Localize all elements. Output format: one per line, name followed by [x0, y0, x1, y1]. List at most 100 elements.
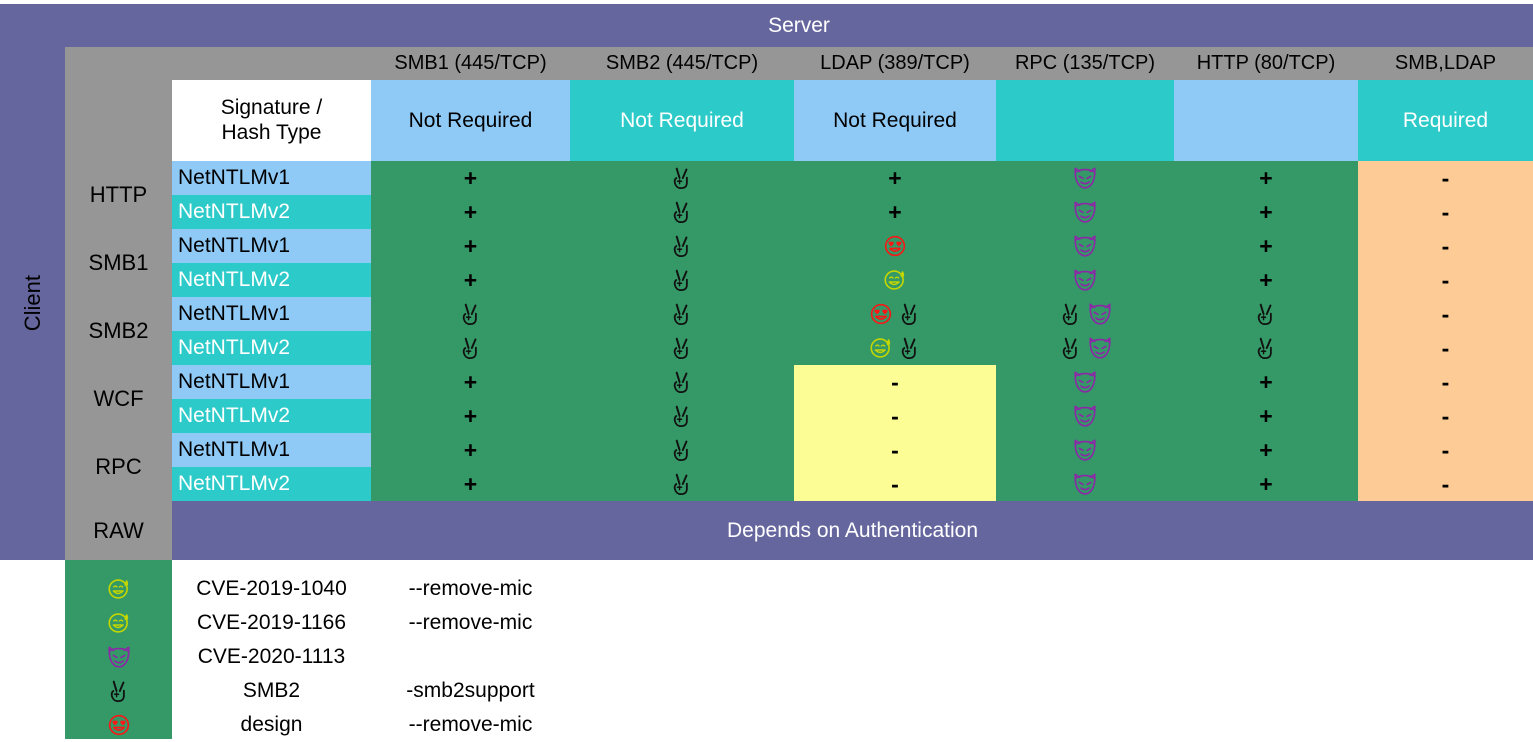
legend-name-label: CVE-2020-1113	[197, 645, 346, 668]
victory-hand-icon	[1058, 301, 1084, 327]
minus-mark: -	[891, 470, 899, 497]
plus-mark: +	[1259, 436, 1273, 463]
matrix-cell-content: +	[1174, 399, 1358, 433]
matrix-cell: +	[371, 229, 570, 263]
column-header-ldap: LDAP (389/TCP)	[794, 47, 996, 80]
matrix-cell-content	[996, 229, 1174, 263]
matrix-cell-content	[996, 433, 1174, 467]
signature-cell-smb1: Not Required	[371, 80, 570, 161]
signature-cell-ldap: Not Required	[794, 80, 996, 161]
minus-mark: -	[891, 436, 899, 463]
smiling-imp-icon	[1087, 301, 1113, 327]
matrix-cell-content: -	[1358, 331, 1533, 365]
client-group-label: SMB1	[88, 250, 149, 275]
matrix-cell	[996, 433, 1174, 467]
hash-type-label: NetNTLMv1	[178, 234, 291, 257]
hash-type-label: NetNTLMv1	[178, 302, 291, 325]
matrix-cell	[996, 161, 1174, 195]
victory-hand-icon	[669, 335, 695, 361]
column-header-label: SMB,LDAP	[1394, 52, 1497, 74]
legend-flag-label: -smb2support	[406, 679, 535, 702]
minus-mark: -	[1441, 300, 1450, 327]
legend-icon-cell	[65, 674, 172, 708]
matrix-cell-content: +	[371, 365, 570, 399]
plus-mark: +	[1259, 232, 1273, 259]
matrix-cell	[996, 331, 1174, 365]
signature-cell-label: Not Required	[408, 108, 533, 132]
matrix-cell-content: -	[1358, 399, 1533, 433]
matrix-cell	[1174, 297, 1358, 331]
hash-type-label: NetNTLMv2	[178, 200, 291, 223]
matrix-cell-content: +	[1174, 433, 1358, 467]
matrix-cell-content: +	[371, 467, 570, 501]
matrix-cell-content: +	[371, 399, 570, 433]
column-header-label: SMB2 (445/TCP)	[605, 52, 759, 74]
legend-flag-cell: --remove-mic	[371, 606, 570, 640]
hash-type-label: NetNTLMv2	[178, 472, 291, 495]
signature-header-line2: Hash Type	[221, 120, 322, 144]
matrix-cell-content	[570, 297, 794, 331]
grinning-face-with-sweat-icon	[868, 335, 894, 361]
plus-mark: +	[463, 164, 478, 191]
matrix-cell-content	[570, 331, 794, 365]
client-group-smb1: SMB1	[65, 229, 172, 297]
matrix-cell-content	[570, 161, 794, 195]
matrix-cell	[570, 365, 794, 399]
matrix-cell: +	[371, 161, 570, 195]
smiling-imp-icon	[1072, 267, 1098, 293]
minus-mark: -	[891, 402, 899, 429]
matrix-cell-content: +	[794, 195, 996, 229]
plus-mark: +	[463, 402, 478, 429]
smiling-imp-icon	[1072, 471, 1098, 497]
matrix-cell-content: -	[1358, 467, 1533, 501]
matrix-cell-content: +	[1174, 467, 1358, 501]
matrix-cell	[570, 297, 794, 331]
hash-type-cell-http-netntlmv1: NetNTLMv1	[172, 161, 371, 195]
matrix-cell-content: -	[794, 467, 996, 501]
matrix-cell	[996, 365, 1174, 399]
matrix-cell-content: -	[1358, 297, 1533, 331]
matrix-cell	[996, 399, 1174, 433]
client-group-raw: RAW	[65, 501, 172, 560]
matrix-cell-content	[570, 365, 794, 399]
matrix-cell: +	[1174, 161, 1358, 195]
victory-hand-icon	[669, 233, 695, 259]
raw-row-label: Depends on Authentication	[726, 518, 979, 542]
hash-type-label: NetNTLMv1	[178, 370, 291, 393]
client-group-rpc: RPC	[65, 433, 172, 501]
matrix-cell-content	[996, 331, 1174, 365]
legend-icon-cell	[65, 572, 172, 606]
matrix-cell-content: -	[1358, 195, 1533, 229]
column-header-label: LDAP (389/TCP)	[820, 52, 970, 74]
minus-mark: -	[1441, 266, 1450, 293]
matrix-cell-content: +	[1174, 161, 1358, 195]
victory-hand-icon	[1253, 301, 1279, 327]
matrix-cell-content	[1174, 331, 1358, 365]
matrix-cell-content: -	[1358, 433, 1533, 467]
matrix-cell-content	[996, 195, 1174, 229]
matrix-cell: +	[371, 467, 570, 501]
ntlm-relay-matrix-figure: Server Client SMB1 (445/TCP) SMB2 (445/T…	[0, 0, 1533, 739]
matrix-cell-content	[996, 263, 1174, 297]
victory-hand-icon	[669, 165, 695, 191]
matrix-cell-content: -	[1358, 161, 1533, 195]
client-group-smb2: SMB2	[65, 297, 172, 365]
matrix-cell: +	[371, 195, 570, 229]
column-header-smb2: SMB2 (445/TCP)	[570, 47, 794, 80]
hash-type-cell-http-netntlmv2: NetNTLMv2	[172, 195, 371, 229]
matrix-cell-content	[570, 467, 794, 501]
matrix-cell-content	[1174, 297, 1358, 331]
matrix-cell-content	[570, 195, 794, 229]
signature-cell-rpc	[996, 80, 1174, 161]
matrix-cell: -	[1358, 263, 1533, 297]
plus-mark: +	[1259, 402, 1273, 429]
hash-type-cell-smb2-netntlmv1: NetNTLMv1	[172, 297, 371, 331]
plus-mark: +	[463, 266, 478, 293]
victory-hand-icon	[669, 403, 695, 429]
matrix-cell: -	[1358, 399, 1533, 433]
matrix-cell: -	[794, 365, 996, 399]
matrix-cell: +	[1174, 263, 1358, 297]
server-title-banner: Server	[65, 4, 1533, 47]
victory-hand-icon	[669, 301, 695, 327]
column-header-label: HTTP (80/TCP)	[1196, 52, 1336, 74]
